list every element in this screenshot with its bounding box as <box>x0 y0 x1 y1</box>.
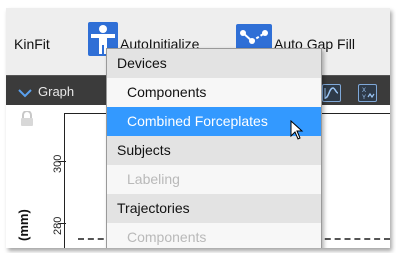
y-axis-label: (mm) <box>16 209 31 241</box>
menu-item-label: Trajectories <box>117 200 190 216</box>
curve-fit-icon[interactable] <box>322 84 341 102</box>
y-tick-label: 280 <box>52 216 64 235</box>
svg-text:X: X <box>362 88 366 94</box>
menu-item-label: Labeling <box>127 171 180 187</box>
menu-item-label: Components <box>127 84 207 100</box>
chevron-down-icon[interactable] <box>18 85 32 103</box>
menu-item-combined-forceplates[interactable]: Combined Forceplates <box>107 107 321 136</box>
menu-item-labeling[interactable]: Labeling <box>107 165 321 194</box>
lock-icon[interactable] <box>20 110 34 132</box>
menu-item-label: Combined Forceplates <box>127 113 268 129</box>
y-tick-label: 300 <box>52 154 64 173</box>
graph-panel-title[interactable]: Graph <box>38 84 74 99</box>
menu-header-trajectories: Trajectories <box>107 194 321 223</box>
context-menu: Devices Components Combined Forceplates … <box>106 48 322 248</box>
svg-text:Y: Y <box>362 95 366 101</box>
xyz-axes-icon[interactable]: X Y <box>358 84 377 102</box>
menu-item-device-components[interactable]: Components <box>107 78 321 107</box>
menu-item-label: Components <box>127 229 207 245</box>
menu-header-subjects: Subjects <box>107 136 321 165</box>
app-window: KinFit AutoInitialize Auto Gap Fill Grap… <box>6 8 390 248</box>
menu-item-label: Devices <box>117 55 167 71</box>
mouse-pointer-icon <box>290 119 304 145</box>
menu-item-label: Subjects <box>117 142 171 158</box>
menu-header-devices: Devices <box>107 49 321 78</box>
kinfit-button[interactable]: KinFit <box>14 36 50 52</box>
menu-item-trajectory-components[interactable]: Components <box>107 223 321 248</box>
